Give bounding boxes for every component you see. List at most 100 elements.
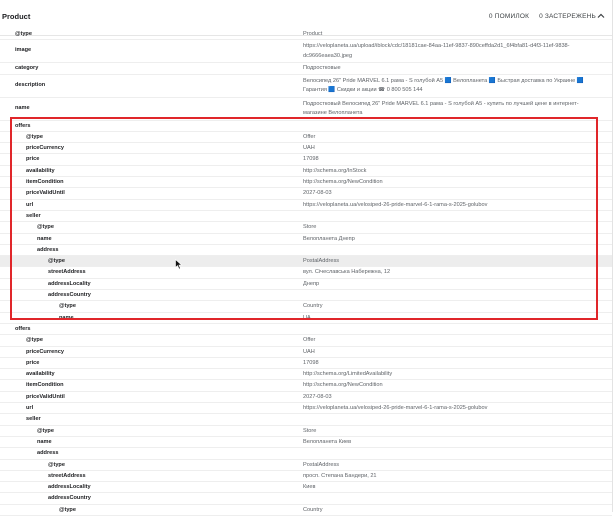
property-key: address xyxy=(37,450,59,457)
property-key: name xyxy=(15,104,30,111)
property-key: @type xyxy=(59,303,76,310)
property-row[interactable]: @type Offer xyxy=(0,335,612,347)
property-row[interactable]: name Велопланета Киев xyxy=(0,437,612,449)
property-row[interactable]: seller xyxy=(0,414,612,426)
property-value: Country xyxy=(303,506,323,513)
property-value: Подростковый Велосипед 26" Pride MARVEL … xyxy=(303,100,579,117)
property-key: streetAddress xyxy=(48,472,86,479)
property-row[interactable]: seller xyxy=(0,211,612,223)
property-key: @type xyxy=(59,506,76,513)
property-row[interactable]: itemCondition http://schema.org/NewCondit… xyxy=(0,177,612,189)
property-value: 2027-08-03 xyxy=(303,190,332,197)
property-key: seller xyxy=(26,416,41,423)
property-row[interactable]: description Велосипед 26" Pride MARVEL 6.… xyxy=(0,75,612,98)
property-row[interactable]: @type Store xyxy=(0,222,612,234)
property-row[interactable]: @type PostalAddress xyxy=(0,256,612,268)
property-key: priceValidUntil xyxy=(26,190,65,197)
property-value: Велосипед 26" Pride MARVEL 6.1 рама - S … xyxy=(303,77,584,94)
property-key: addressCountry xyxy=(48,292,91,299)
property-key: @type xyxy=(48,258,65,265)
property-row[interactable]: @type PostalAddress xyxy=(0,460,612,471)
property-value: Подростковые xyxy=(303,65,341,72)
property-row[interactable]: address xyxy=(0,245,612,257)
property-key: price xyxy=(26,359,40,366)
property-row[interactable]: addressCountry xyxy=(0,290,612,302)
property-row[interactable]: @type Country xyxy=(0,505,612,516)
property-value: PostalAddress xyxy=(303,461,340,468)
property-row[interactable]: address xyxy=(0,448,612,460)
property-row[interactable]: category Подростковые xyxy=(0,63,612,75)
property-row[interactable]: name UA xyxy=(0,313,612,324)
property-key: url xyxy=(26,405,34,412)
property-key: offers xyxy=(15,122,31,129)
property-row[interactable]: priceCurrency UAH xyxy=(0,143,612,155)
property-value: Велопланета Днепр xyxy=(303,235,355,242)
property-key: addressLocality xyxy=(48,484,91,491)
property-value: UAH xyxy=(303,145,315,152)
property-row[interactable]: url https://veloplaneta.ua/velosiped-26-p… xyxy=(0,403,612,415)
property-row[interactable]: offers xyxy=(0,121,612,132)
property-row[interactable]: availability http://schema.org/InStock xyxy=(0,166,612,178)
chevron-up-icon[interactable] xyxy=(596,11,606,21)
property-row[interactable]: @type Product xyxy=(0,29,612,41)
property-value: http://schema.org/NewCondition xyxy=(303,179,383,186)
property-value: 17098 xyxy=(303,156,319,163)
property-row[interactable]: @type Country xyxy=(0,301,612,313)
property-key: @type xyxy=(26,133,43,140)
property-value: http://schema.org/NewCondition xyxy=(303,382,383,389)
property-value: http://schema.org/InStock xyxy=(303,167,367,174)
panel-counters: 0 ПОМИЛОК 0 ЗАСТЕРЕЖЕНЬ xyxy=(481,13,596,20)
property-value: Велопланета Киев xyxy=(303,438,352,445)
property-key: seller xyxy=(26,212,41,219)
property-row[interactable]: addressCountry xyxy=(0,493,612,505)
property-value: Product xyxy=(303,31,323,37)
property-value: UA xyxy=(303,314,311,321)
property-key: price xyxy=(26,156,40,163)
property-key: @type xyxy=(48,461,65,468)
property-value: просп. Степана Бандери, 21 xyxy=(303,472,377,479)
property-value: Offer xyxy=(303,133,316,140)
property-row[interactable]: @type Offer xyxy=(0,132,612,144)
property-key: priceCurrency xyxy=(26,145,64,152)
property-row[interactable]: priceValidUntil 2027-08-03 xyxy=(0,392,612,404)
property-row[interactable]: name Велопланета Днепр xyxy=(0,234,612,245)
property-row[interactable]: availability http://schema.org/LimitedAva… xyxy=(0,369,612,381)
property-value: вул. Січеславська Набережна, 12 xyxy=(303,269,391,276)
property-value: PostalAddress xyxy=(303,258,340,265)
property-row[interactable]: streetAddress вул. Січеславська Набережна… xyxy=(0,267,612,279)
property-row[interactable]: offers xyxy=(0,324,612,336)
property-key: address xyxy=(37,246,59,253)
property-key: addressLocality xyxy=(48,280,91,287)
property-row[interactable]: price 17098 xyxy=(0,154,612,166)
property-value: Киев xyxy=(303,484,316,491)
property-key: availability xyxy=(26,167,55,174)
property-row[interactable]: priceCurrency UAH xyxy=(0,347,612,358)
property-value: 2027-08-03 xyxy=(303,393,332,400)
property-key: category xyxy=(15,65,39,72)
property-row[interactable]: addressLocality Днепр xyxy=(0,279,612,291)
panel-title: Product xyxy=(2,12,31,21)
property-value: Store xyxy=(303,427,317,434)
property-value: http://schema.org/LimitedAvailability xyxy=(303,371,393,378)
property-key: name xyxy=(59,314,74,321)
property-key: description xyxy=(15,81,46,88)
property-row[interactable]: @type Store xyxy=(0,426,612,437)
property-key: @type xyxy=(26,337,43,344)
property-key: url xyxy=(26,201,34,208)
property-value: Offer xyxy=(303,337,316,344)
property-row[interactable]: itemCondition http://schema.org/NewCondit… xyxy=(0,380,612,392)
property-value: https://veloplaneta.ua/upload/iblock/cdc… xyxy=(303,43,570,59)
property-row[interactable]: url https://veloplaneta.ua/velosiped-26-p… xyxy=(0,200,612,211)
property-row[interactable]: price 17098 xyxy=(0,358,612,370)
property-row[interactable]: priceValidUntil 2027-08-03 xyxy=(0,188,612,200)
property-row[interactable]: name Подростковый Велосипед 26" Pride MAR… xyxy=(0,98,612,121)
property-row[interactable]: addressLocality Киев xyxy=(0,482,612,494)
mouse-cursor-icon xyxy=(175,259,183,270)
property-value: UAH xyxy=(303,348,315,355)
errors-count: 0 ПОМИЛОК xyxy=(488,13,530,20)
property-value: https://veloplaneta.ua/velosiped-26-prid… xyxy=(303,405,488,412)
property-key: name xyxy=(37,438,52,445)
property-row[interactable]: streetAddress просп. Степана Бандери, 21 xyxy=(0,471,612,483)
property-key: @type xyxy=(37,427,54,434)
property-row[interactable]: image https://veloplaneta.ua/upload/ibloc… xyxy=(0,40,612,64)
